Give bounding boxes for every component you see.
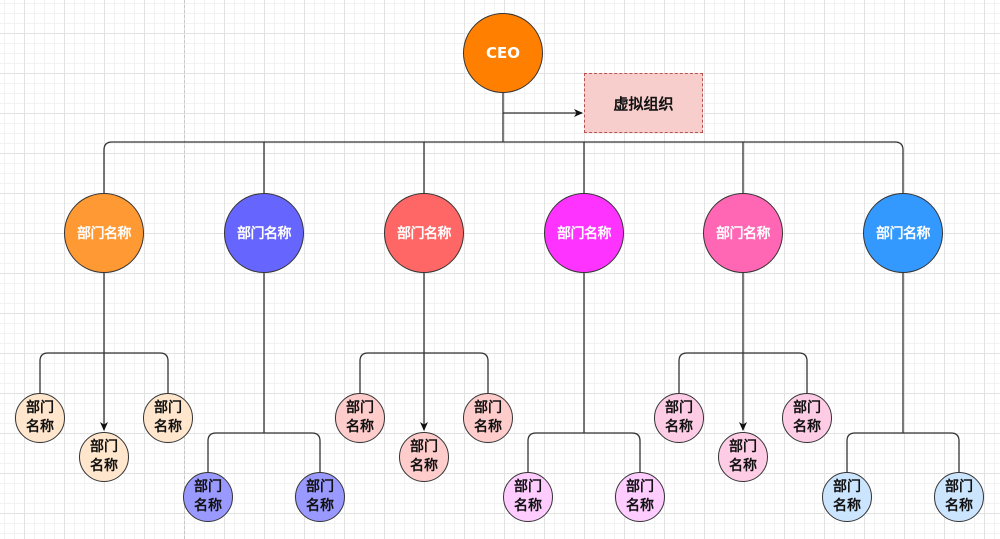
sub-node-5-1[interactable]: 部门名称 — [934, 472, 984, 522]
virtual-org-label: 虚拟组织 — [613, 94, 674, 113]
sub-node-0-2[interactable]: 部门名称 — [143, 393, 193, 443]
sub-node-3-0[interactable]: 部门名称 — [503, 472, 553, 522]
department-node-1-label: 部门名称 — [237, 226, 292, 242]
sub-node-2-1-label: 部门名称 — [410, 439, 438, 474]
department-node-1[interactable]: 部门名称 — [224, 193, 304, 273]
sub-node-0-2-label: 部门名称 — [154, 400, 182, 435]
sub-node-2-0[interactable]: 部门名称 — [335, 393, 385, 443]
sub-node-1-1-label: 部门名称 — [306, 479, 334, 514]
ceo-label: CEO — [485, 44, 520, 62]
department-node-5-label: 部门名称 — [876, 226, 931, 242]
department-node-4-label: 部门名称 — [716, 226, 771, 242]
sub-node-0-0[interactable]: 部门名称 — [15, 393, 65, 443]
sub-node-1-0[interactable]: 部门名称 — [183, 472, 233, 522]
sub-node-1-0-label: 部门名称 — [194, 479, 222, 514]
department-node-4[interactable]: 部门名称 — [703, 193, 783, 273]
sub-node-2-1[interactable]: 部门名称 — [399, 432, 449, 482]
main-bus-line — [103, 141, 904, 193]
sub-node-0-1[interactable]: 部门名称 — [79, 432, 129, 482]
sub-node-5-1-label: 部门名称 — [945, 479, 973, 514]
sub-node-3-1[interactable]: 部门名称 — [615, 472, 665, 522]
sub-node-0-0-label: 部门名称 — [26, 400, 54, 435]
department-node-0-label: 部门名称 — [77, 226, 132, 242]
department-node-2-label: 部门名称 — [397, 226, 452, 242]
dept-1-sub-bus — [207, 432, 321, 472]
sub-node-1-1[interactable]: 部门名称 — [295, 472, 345, 522]
dept-3-sub-bus — [527, 432, 641, 472]
sub-node-4-0[interactable]: 部门名称 — [654, 393, 704, 443]
department-node-3[interactable]: 部门名称 — [544, 193, 624, 273]
sub-node-0-1-label: 部门名称 — [90, 439, 118, 474]
sub-node-2-0-label: 部门名称 — [346, 400, 374, 435]
department-node-0[interactable]: 部门名称 — [64, 193, 144, 273]
sub-node-5-0[interactable]: 部门名称 — [822, 472, 872, 522]
department-node-3-label: 部门名称 — [557, 226, 612, 242]
department-node-5[interactable]: 部门名称 — [863, 193, 943, 273]
ceo-node[interactable]: CEO — [463, 13, 543, 93]
sub-node-3-1-label: 部门名称 — [626, 479, 654, 514]
virtual-org-box[interactable]: 虚拟组织 — [584, 73, 703, 133]
sub-node-4-1[interactable]: 部门名称 — [718, 432, 768, 482]
sub-node-4-1-label: 部门名称 — [729, 439, 757, 474]
sub-node-4-2-label: 部门名称 — [793, 400, 821, 435]
sub-node-3-0-label: 部门名称 — [514, 479, 542, 514]
dept-5-sub-bus — [846, 432, 960, 472]
sub-node-2-2[interactable]: 部门名称 — [463, 393, 513, 443]
sub-node-4-0-label: 部门名称 — [665, 400, 693, 435]
sub-node-5-0-label: 部门名称 — [833, 479, 861, 514]
sub-node-4-2[interactable]: 部门名称 — [782, 393, 832, 443]
department-node-2[interactable]: 部门名称 — [384, 193, 464, 273]
sub-node-2-2-label: 部门名称 — [474, 400, 502, 435]
